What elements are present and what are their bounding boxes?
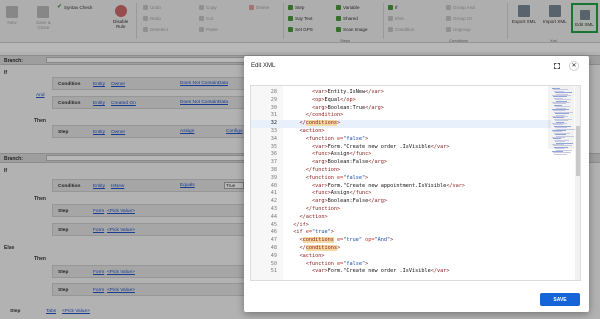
code-text: <if e="true">: [293, 229, 334, 236]
expand-button[interactable]: [552, 61, 562, 71]
code-line[interactable]: 34 <function e="false">: [251, 136, 551, 144]
code-line[interactable]: 29 <op>Equal</op>: [251, 97, 551, 105]
line-number: 47: [270, 237, 277, 244]
code-line[interactable]: 40 <var>Form."Create new appointment.IsV…: [251, 183, 551, 191]
minimap[interactable]: [550, 86, 575, 280]
code-text: </function>: [305, 167, 341, 173]
code-text: </condition>: [305, 112, 344, 119]
code-text: <arg>Boolean:False</arg>: [312, 198, 387, 205]
code-line[interactable]: 48 </conditions>: [251, 245, 551, 253]
line-number: 34: [270, 135, 277, 142]
code-text: <var>Form."Create new appointment.IsVisi…: [312, 182, 466, 189]
code-line[interactable]: 51 <var>Form."Create new order .IsVisibl…: [251, 268, 551, 276]
code-line[interactable]: 39 <function e="false">: [251, 175, 551, 183]
scrollbar-thumb[interactable]: [576, 126, 580, 176]
code-line[interactable]: 37 <arg>Boolean:False</arg>: [251, 159, 551, 167]
code-text: <arg>Boolean:True</arg>: [312, 104, 384, 111]
line-number: 44: [270, 213, 277, 220]
line-number: 40: [270, 182, 277, 189]
edit-xml-dialog: Edit XML ✕ 28 <var>Entity.IsNew</var> 29 …: [244, 56, 589, 312]
close-button[interactable]: ✕: [569, 61, 579, 71]
expand-icon: [554, 63, 560, 69]
code-text: <function e="false">: [305, 174, 369, 181]
code-text: <conditions e="true" op="And">: [299, 237, 394, 244]
line-number: 42: [270, 198, 277, 205]
code-line[interactable]: 45 </if>: [251, 222, 551, 230]
code-text: <var>Form."Create new order .IsVisible</…: [312, 268, 450, 275]
code-text: <function e="false">: [305, 135, 369, 142]
code-text: <arg>Boolean:False</arg>: [312, 159, 387, 166]
code-line[interactable]: 36 <func>Assign</func>: [251, 151, 551, 159]
code-line[interactable]: 35 <var>Form."Create new order .IsVisibl…: [251, 144, 551, 152]
line-number: 29: [270, 96, 277, 103]
minimap-line: [554, 153, 567, 155]
code-line[interactable]: 33 <action>: [251, 128, 551, 136]
code-line[interactable]: 49 <action>: [251, 253, 551, 261]
code-text: </function>: [305, 206, 341, 212]
code-text: <op>Equal</op>: [312, 96, 356, 103]
line-number: 48: [270, 245, 277, 251]
code-line[interactable]: 30 <arg>Boolean:True</arg>: [251, 105, 551, 113]
line-number: 39: [270, 174, 277, 181]
code-text: </conditions>: [299, 245, 341, 251]
line-number: 49: [270, 252, 277, 259]
line-number: 41: [270, 190, 277, 197]
code-text: <action>: [299, 252, 325, 259]
code-text: <action>: [299, 128, 325, 134]
xml-code-editor[interactable]: 28 <var>Entity.IsNew</var> 29 <op>Equal</…: [250, 85, 581, 281]
code-line[interactable]: 46 <if e="true">: [251, 229, 551, 237]
line-number: 32: [270, 120, 277, 127]
code-text: </conditions>: [299, 120, 341, 127]
code-line[interactable]: 44 </action>: [251, 214, 551, 222]
line-number: 36: [270, 151, 277, 158]
code-text: <function e="false">: [305, 260, 369, 267]
line-number: 45: [270, 221, 277, 228]
line-number: 28: [270, 89, 277, 95]
code-text: </if>: [293, 221, 309, 228]
line-number: 37: [270, 159, 277, 166]
code-line[interactable]: 43 </function>: [251, 206, 551, 214]
code-text: </action>: [299, 213, 328, 220]
code-line[interactable]: 47 <conditions e="true" op="And">: [251, 237, 551, 245]
code-line[interactable]: 41 <func>Assign</func>: [251, 190, 551, 198]
code-line[interactable]: 31 </condition>: [251, 112, 551, 120]
line-number: 38: [270, 167, 277, 173]
save-button[interactable]: SAVE: [540, 293, 580, 306]
vertical-scrollbar[interactable]: [575, 86, 580, 280]
code-line[interactable]: 32 </conditions>: [251, 120, 551, 128]
line-number: 46: [270, 229, 277, 236]
code-text: <func>Assign</func>: [312, 190, 372, 197]
line-number: 33: [270, 128, 277, 134]
code-line[interactable]: 38 </function>: [251, 167, 551, 175]
code-line[interactable]: 42 <arg>Boolean:False</arg>: [251, 198, 551, 206]
line-number: 30: [270, 104, 277, 111]
code-text: <func>Assign</func>: [312, 151, 372, 158]
dialog-title: Edit XML: [251, 63, 276, 69]
close-icon: ✕: [571, 63, 577, 69]
line-number: 50: [270, 260, 277, 267]
code-line[interactable]: 28 <var>Entity.IsNew</var>: [251, 89, 551, 97]
code-text: <var>Form."Create new order .IsVisible</…: [312, 143, 450, 150]
line-number: 31: [270, 112, 277, 119]
code-line[interactable]: 50 <function e="false">: [251, 261, 551, 269]
line-number: 35: [270, 143, 277, 150]
code-text: <var>Entity.IsNew</var>: [312, 89, 384, 95]
line-number: 43: [270, 206, 277, 212]
line-number: 51: [270, 268, 277, 275]
